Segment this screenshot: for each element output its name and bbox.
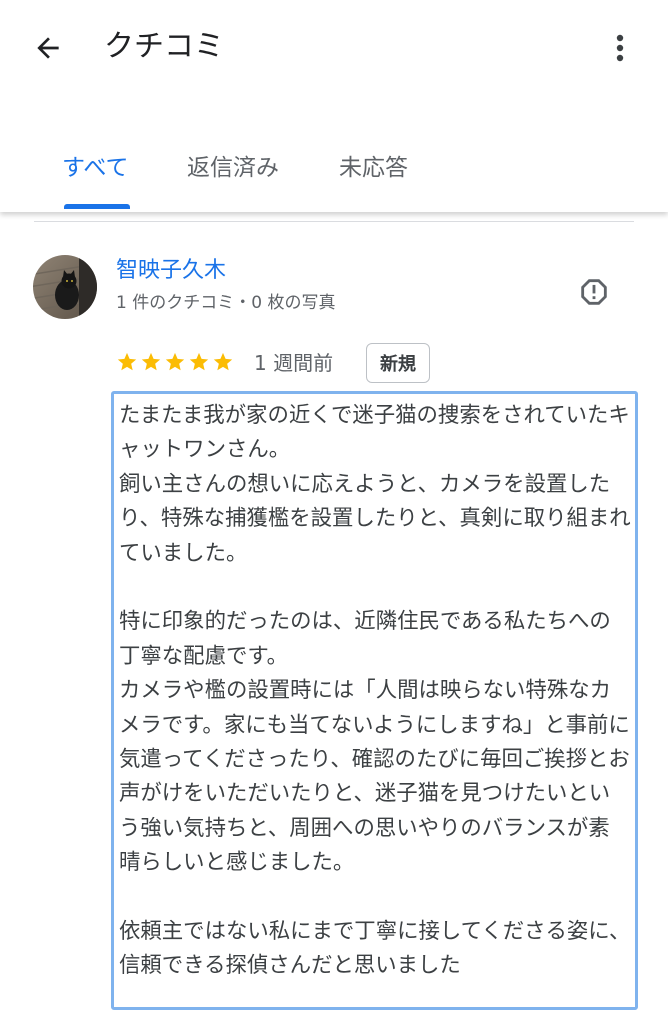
review-time: 1 週間前: [254, 351, 334, 375]
arrow-back-icon: [37, 37, 59, 59]
tab-bar: すべて 返信済み 未応答: [0, 140, 668, 212]
report-icon: [581, 279, 607, 305]
report-button[interactable]: [572, 270, 616, 314]
review-paragraph: 依頼主ではない私にまで丁寧に接してくださる姿に、信頼できる探偵さんだと思いました: [119, 919, 631, 979]
active-tab-indicator: [64, 204, 130, 209]
review-text[interactable]: たまたま我が家の近くで迷子猫の捜索をされていたキャットワンさん。 飼い主さんの想…: [111, 391, 638, 1010]
tab-replied[interactable]: 返信済み: [187, 150, 279, 186]
reviewer-name[interactable]: 智映子久木: [116, 256, 226, 286]
divider: [34, 221, 634, 222]
new-badge: 新規: [366, 343, 430, 383]
star-icon: [213, 352, 233, 371]
avatar[interactable]: [33, 255, 97, 319]
page-title: クチコミ: [104, 29, 224, 64]
tab-all[interactable]: すべて: [62, 150, 128, 186]
star-icon: [165, 352, 185, 371]
back-button[interactable]: [24, 26, 72, 70]
reviewer-meta: 1 件のクチコミ・0 枚の写真: [116, 293, 336, 313]
star-icon: [141, 352, 161, 371]
more-vert-icon: [616, 34, 624, 62]
star-rating: [116, 347, 234, 377]
tab-unanswered[interactable]: 未応答: [339, 150, 408, 186]
more-options-button[interactable]: [598, 24, 642, 72]
review-paragraph: 特に印象的だったのは、近隣住民である私たちへの丁寧な配慮です。 カメラや檻の設置…: [119, 609, 630, 876]
star-icon: [189, 352, 209, 371]
review-paragraph: たまたま我が家の近くで迷子猫の捜索をされていたキャットワンさん。 飼い主さんの想…: [119, 403, 631, 566]
avatar-image: [33, 255, 97, 319]
app-bar: クチコミ すべて 返信済み 未応答: [0, 0, 668, 212]
star-icon: [117, 352, 137, 371]
